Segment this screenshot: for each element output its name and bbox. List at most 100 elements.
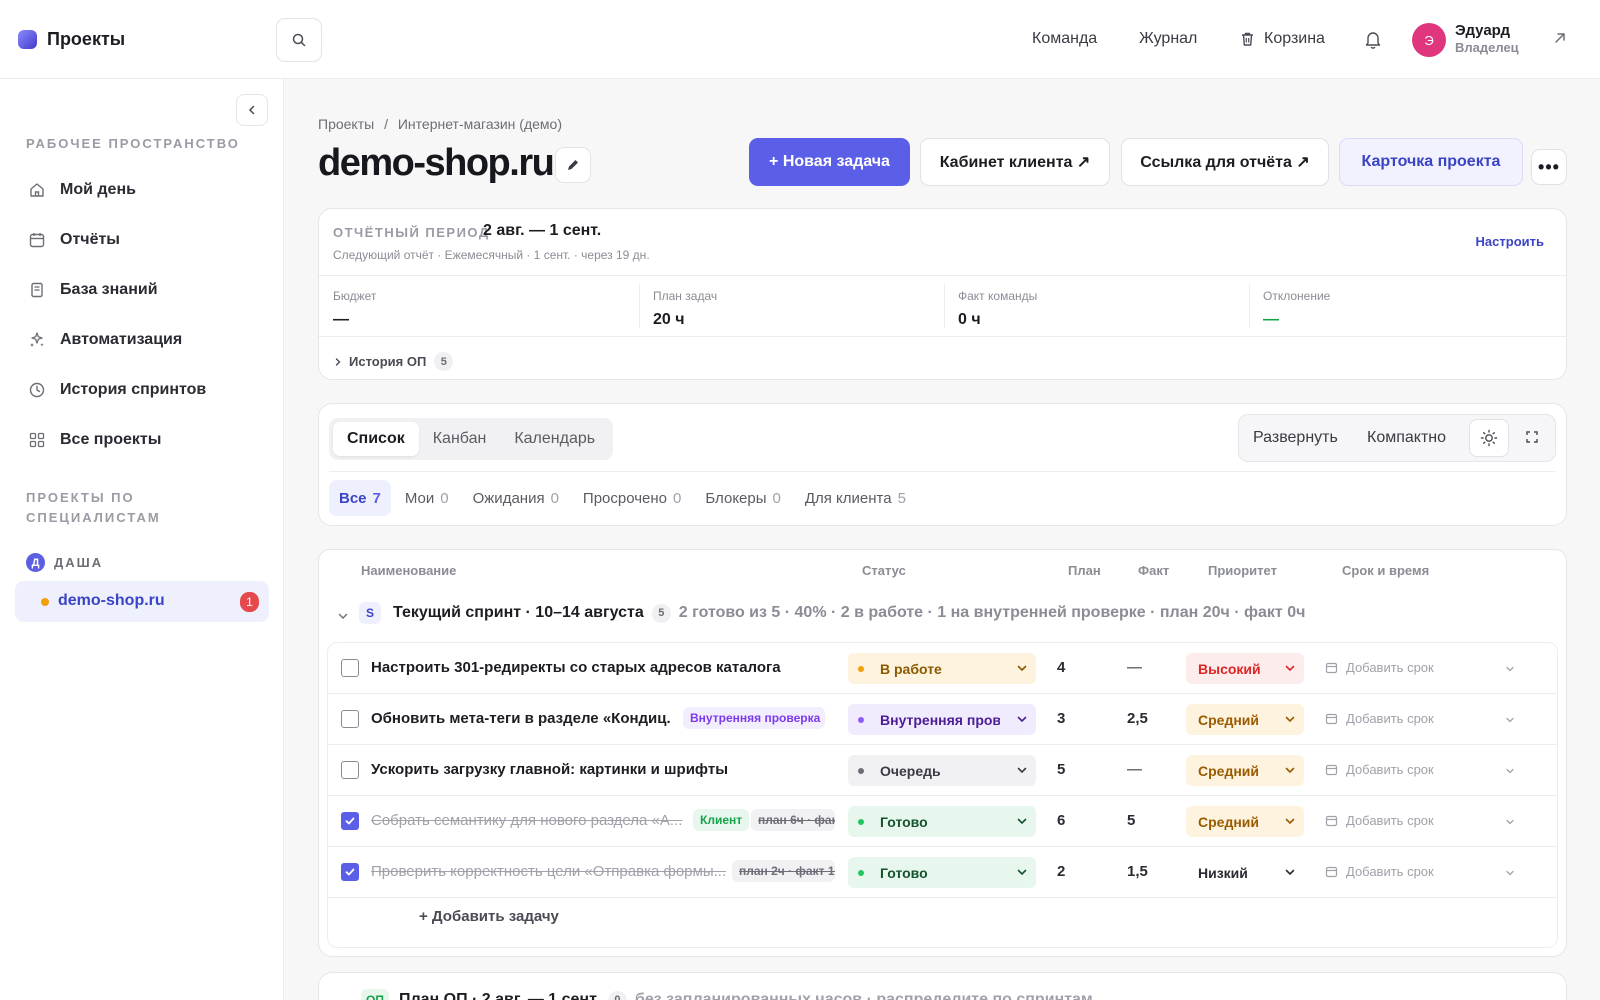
priority-select[interactable]: Средний: [1186, 806, 1304, 837]
priority-select[interactable]: Низкий: [1186, 857, 1304, 888]
filter-overdue[interactable]: Просрочено 0: [573, 480, 691, 516]
due-date-label: Добавить срок: [1346, 864, 1434, 879]
task-checkbox[interactable]: [341, 812, 359, 830]
due-date-label: Добавить срок: [1346, 813, 1434, 828]
filter-for-client[interactable]: Для клиента 5: [795, 480, 916, 516]
sidebar-item-sprint-history[interactable]: История спринтов: [28, 378, 206, 402]
filter-all[interactable]: Все 7: [329, 480, 391, 516]
add-due-date-button[interactable]: Добавить срок: [1325, 762, 1434, 777]
status-select[interactable]: Очередь: [848, 755, 1036, 786]
table-row[interactable]: Проверить корректность цели «Отправка фо…: [328, 847, 1557, 898]
metric-label: Бюджет: [333, 289, 377, 303]
nav-trash-link[interactable]: Корзина: [1240, 30, 1325, 48]
metrics-row: Бюджет — План задач 20 ч Факт команды 0 …: [319, 275, 1567, 337]
tab-list[interactable]: Список: [333, 422, 419, 456]
sidebar-item-knowledge-base[interactable]: База знаний: [28, 278, 158, 302]
compact-button[interactable]: Компактно: [1367, 429, 1446, 447]
user-avatar[interactable]: Э: [1412, 23, 1446, 57]
breadcrumb-root-link[interactable]: Проекты: [318, 116, 374, 132]
project-card-button[interactable]: Карточка проекта: [1339, 138, 1523, 186]
sprint-group-header[interactable]: S Текущий спринт · 10–14 августа 5 2 гот…: [337, 602, 1305, 624]
table-row[interactable]: Настроить 301-редиректы со старых адресо…: [328, 643, 1557, 694]
add-due-date-button[interactable]: Добавить срок: [1325, 660, 1434, 675]
chevron-down-icon[interactable]: [1505, 868, 1515, 878]
external-link-button[interactable]: [1552, 30, 1568, 51]
nav-team-link[interactable]: Команда: [1032, 30, 1097, 48]
op-history-toggle[interactable]: История ОП 5: [333, 352, 454, 371]
user-name[interactable]: Эдуард: [1455, 22, 1510, 39]
add-task-button[interactable]: + Добавить задачу: [419, 908, 559, 925]
nav-journal-link[interactable]: Журнал: [1139, 30, 1197, 48]
tab-calendar[interactable]: Календарь: [500, 422, 609, 456]
checkmark-icon: [345, 868, 355, 876]
task-name[interactable]: Собрать семантику для нового раздела «А.…: [371, 812, 685, 829]
specialist-group[interactable]: Д ДАША: [26, 553, 103, 572]
sidebar-item-my-day[interactable]: Мой день: [28, 178, 136, 202]
add-due-date-button[interactable]: Добавить срок: [1325, 813, 1434, 828]
filter-mine[interactable]: Мои 0: [395, 480, 459, 516]
priority-select[interactable]: Средний: [1186, 704, 1304, 735]
theme-toggle-button[interactable]: [1469, 419, 1509, 457]
expand-all-button[interactable]: Развернуть: [1253, 429, 1338, 447]
metric-value: —: [333, 311, 349, 328]
table-row[interactable]: Обновить мета-теги в разделе «Кондиц... …: [328, 694, 1557, 745]
tab-kanban[interactable]: Канбан: [419, 422, 501, 456]
add-due-date-button[interactable]: Добавить срок: [1325, 711, 1434, 726]
filter-blockers[interactable]: Блокеры 0: [695, 480, 790, 516]
period-value: 2 авг. — 1 сент.: [483, 222, 602, 239]
task-checkbox[interactable]: [341, 659, 359, 677]
status-select[interactable]: В работе: [848, 653, 1036, 684]
table-row[interactable]: Ускорить загрузку главной: картинки и шр…: [328, 745, 1557, 796]
column-header-plan: План: [1068, 563, 1101, 578]
task-name[interactable]: Ускорить загрузку главной: картинки и шр…: [371, 761, 831, 778]
status-select[interactable]: Готово: [848, 806, 1036, 837]
sidebar-item-label: Мой день: [60, 181, 136, 198]
sidebar-item-label: База знаний: [60, 281, 158, 298]
view-filter-card: Список Канбан Календарь Развернуть Компа…: [318, 403, 1567, 526]
status-select[interactable]: Готово: [848, 857, 1036, 888]
table-header: Наименование Статус План Факт Приоритет …: [318, 549, 1567, 591]
status-select[interactable]: Внутренняя проверка: [848, 704, 1036, 735]
op-plan-title: План ОП · 2 авг. — 1 сент.: [398, 991, 600, 1000]
collapse-sidebar-button[interactable]: [236, 94, 268, 126]
report-link-button[interactable]: Ссылка для отчёта ↗: [1121, 138, 1329, 186]
sparkles-icon: [30, 332, 44, 347]
chevron-down-icon[interactable]: [1505, 664, 1515, 674]
page-title: demo-shop.ru: [318, 142, 555, 184]
task-checkbox[interactable]: [341, 710, 359, 728]
priority-select[interactable]: Высокий: [1186, 653, 1304, 684]
fullscreen-button[interactable]: [1524, 429, 1540, 450]
filter-waiting[interactable]: Ожидания 0: [463, 480, 569, 516]
op-plan-header[interactable]: ОП План ОП · 2 авг. — 1 сент. 0 без запл…: [361, 989, 1093, 1000]
sidebar-item-automation[interactable]: Автоматизация: [28, 328, 182, 352]
priority-select[interactable]: Средний: [1186, 755, 1304, 786]
checkmark-icon: [345, 817, 355, 825]
task-name[interactable]: Обновить мета-теги в разделе «Кондиц...: [371, 710, 671, 727]
chevron-down-icon[interactable]: [1505, 715, 1515, 725]
add-due-date-button[interactable]: Добавить срок: [1325, 864, 1434, 879]
chevron-down-icon[interactable]: [1505, 766, 1515, 776]
sidebar-item-reports[interactable]: Отчёты: [28, 228, 120, 252]
task-checkbox[interactable]: [341, 761, 359, 779]
client-cabinet-button[interactable]: Кабинет клиента ↗: [920, 138, 1110, 186]
more-actions-button[interactable]: •••: [1531, 149, 1567, 185]
metric-team-fact: Факт команды 0 ч: [944, 276, 1249, 336]
task-plan-hours: 5: [1057, 761, 1066, 778]
configure-period-link[interactable]: Настроить: [1476, 234, 1544, 249]
task-checkbox[interactable]: [341, 863, 359, 881]
chevron-down-icon: [1285, 767, 1295, 774]
new-task-button[interactable]: + Новая задача: [749, 138, 910, 186]
app-title: Проекты: [47, 29, 126, 49]
task-name[interactable]: Настроить 301-редиректы со старых адресо…: [371, 659, 831, 676]
notifications-button[interactable]: [1364, 29, 1382, 54]
sidebar-project-demo-shop[interactable]: demo-shop.ru 1: [15, 581, 269, 622]
search-button[interactable]: [276, 18, 322, 62]
by-specialist-section-label: ПРОЕКТЫ ПО СПЕЦИАЛИСТАМ: [26, 488, 161, 528]
table-row[interactable]: Собрать семантику для нового раздела «А.…: [328, 796, 1557, 847]
edit-title-button[interactable]: [555, 147, 591, 183]
app-logo: [18, 30, 37, 49]
task-name[interactable]: Проверить корректность цели «Отправка фо…: [371, 863, 727, 880]
chevron-down-icon[interactable]: [1505, 817, 1515, 827]
sidebar-item-all-projects[interactable]: Все проекты: [28, 428, 161, 452]
calendar-icon: [1325, 662, 1338, 674]
